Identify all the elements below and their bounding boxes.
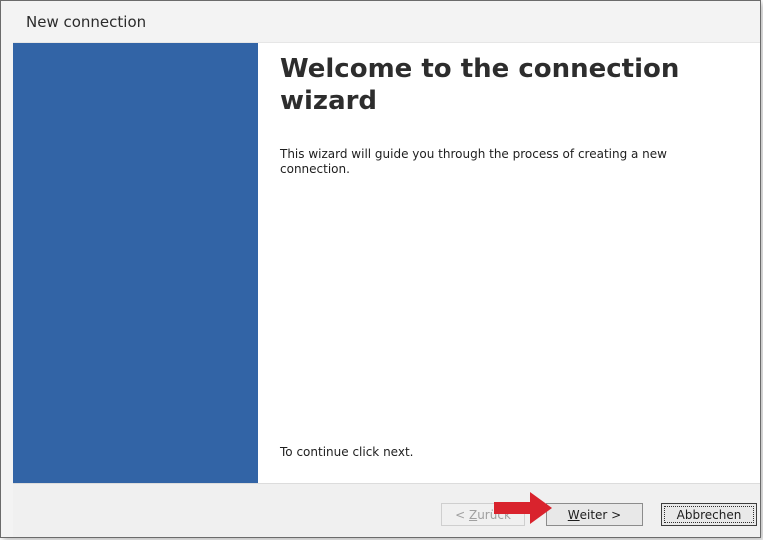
- cancel-button-label: Abbrechen: [676, 507, 742, 522]
- continue-hint: To continue click next.: [280, 445, 414, 459]
- button-bar: < Zurück Weiter > Abbrechen: [13, 483, 760, 537]
- page-title: Welcome to the connection wizard: [280, 54, 680, 116]
- red-arrow-shape: [494, 492, 552, 524]
- cancel-focus-rect: Abbrechen: [664, 506, 754, 523]
- title-bar[interactable]: New connection: [13, 1, 760, 43]
- wizard-side-panel: [13, 43, 258, 483]
- back-button-prefix: <: [455, 507, 469, 522]
- next-button[interactable]: Weiter >: [546, 503, 643, 526]
- intro-text: This wizard will guide you through the p…: [280, 147, 667, 176]
- wizard-content: Welcome to the connection wizard This wi…: [258, 43, 760, 483]
- window-left-edge: [1, 1, 13, 537]
- next-button-label: eiter >: [579, 507, 622, 522]
- window-title: New connection: [26, 12, 147, 31]
- cancel-button[interactable]: Abbrechen: [661, 503, 757, 526]
- back-button-mnemonic: Z: [468, 507, 478, 522]
- next-button-mnemonic: W: [567, 507, 580, 522]
- red-arrow-icon: [494, 492, 552, 524]
- wizard-window: New connection Welcome to the connection…: [0, 0, 761, 538]
